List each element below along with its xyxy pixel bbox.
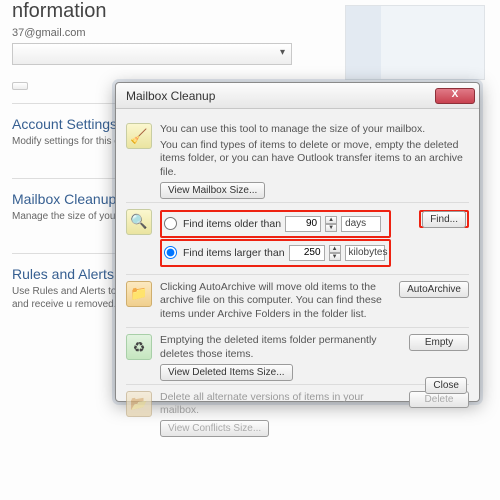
larger-spin[interactable]: ▲▼	[329, 245, 341, 261]
preview-thumbnail	[345, 5, 485, 80]
find-older-radio[interactable]	[164, 217, 177, 230]
intro-line1: You can use this tool to manage the size…	[160, 123, 469, 137]
empty-button[interactable]: Empty	[409, 334, 469, 351]
mailbox-cleanup-dialog: Mailbox Cleanup X 🧹 You can use this too…	[115, 82, 480, 402]
add-account-button[interactable]	[12, 82, 28, 90]
empty-text: Emptying the deleted items folder perman…	[160, 334, 391, 361]
larger-unit: kilobytes	[345, 245, 385, 261]
view-conflicts-size-button: View Conflicts Size...	[160, 420, 269, 437]
older-value-input[interactable]	[285, 216, 321, 232]
highlight-older: Find items older than ▲▼ days	[160, 210, 391, 238]
find-larger-label: Find items larger than	[183, 247, 285, 259]
view-mailbox-size-button[interactable]: View Mailbox Size...	[160, 182, 265, 199]
archive-icon: 📁	[126, 281, 152, 307]
close-icon[interactable]: X	[435, 88, 475, 104]
account-dropdown[interactable]	[12, 43, 292, 65]
older-unit: days	[341, 216, 381, 232]
conflicts-icon: 📂	[126, 391, 152, 417]
autoarchive-button[interactable]: AutoArchive	[399, 281, 469, 298]
older-spin[interactable]: ▲▼	[325, 216, 337, 232]
conflicts-text: Delete all alternate versions of items i…	[160, 391, 391, 418]
larger-value-input[interactable]	[289, 245, 325, 261]
titlebar: Mailbox Cleanup X	[116, 83, 479, 109]
recycle-icon: ♻	[126, 334, 152, 360]
find-button[interactable]: Find...	[422, 211, 466, 228]
archive-text: Clicking AutoArchive will move old items…	[160, 281, 391, 322]
dialog-title: Mailbox Cleanup	[126, 89, 435, 103]
search-icon: 🔍	[126, 209, 152, 235]
find-older-label: Find items older than	[183, 218, 281, 230]
broom-icon: 🧹	[126, 123, 152, 149]
highlight-find-btn: Find...	[419, 210, 469, 228]
view-deleted-size-button[interactable]: View Deleted Items Size...	[160, 364, 293, 381]
find-larger-radio[interactable]	[164, 246, 177, 259]
close-button[interactable]: Close	[425, 377, 467, 394]
intro-line2: You can find types of items to delete or…	[160, 139, 469, 180]
highlight-larger: Find items larger than ▲▼ kilobytes	[160, 239, 391, 267]
